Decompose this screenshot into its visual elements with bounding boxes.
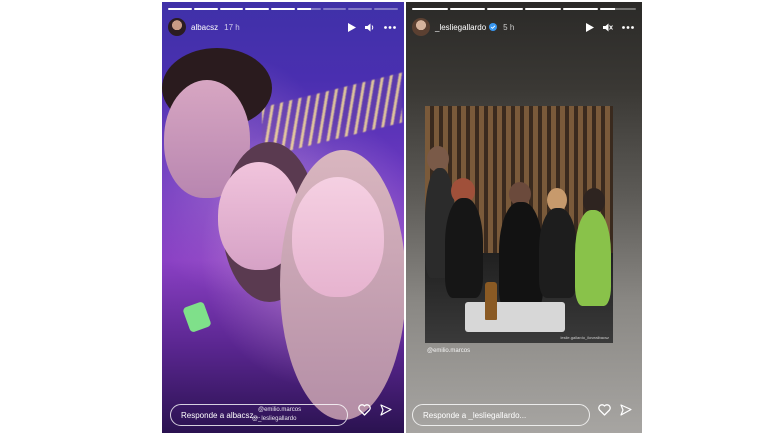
- bottle: [485, 282, 497, 320]
- story-right[interactable]: _lesliegallardo 5 h leslie.gallardo_ilov…: [406, 2, 642, 433]
- more-icon[interactable]: [384, 25, 396, 29]
- verified-badge-icon: [489, 23, 498, 31]
- reply-placeholder: Responde a _lesliegallardo...: [423, 410, 527, 420]
- username[interactable]: albacsz: [191, 23, 218, 32]
- volume-icon[interactable]: [365, 23, 375, 32]
- table: [465, 302, 565, 332]
- reply-input[interactable]: Responde a _lesliegallardo...: [412, 404, 590, 426]
- story-header: albacsz 17 h: [168, 16, 396, 38]
- send-icon[interactable]: [620, 403, 632, 421]
- more-icon[interactable]: [622, 25, 634, 29]
- story-time: 17 h: [224, 22, 240, 32]
- face-right: [292, 177, 384, 297]
- person: [539, 208, 577, 298]
- wristband: [182, 301, 212, 333]
- heart-icon[interactable]: [358, 403, 371, 421]
- username[interactable]: _lesliegallardo: [435, 23, 486, 32]
- send-icon[interactable]: [380, 403, 392, 421]
- story-time: 5 h: [503, 22, 515, 32]
- shared-photo[interactable]: leslie.gallardo_ilovealbacsz: [425, 106, 613, 343]
- story-progress: [412, 8, 637, 10]
- reply-input[interactable]: Responde a albacsz...: [170, 404, 348, 426]
- person: [445, 198, 483, 298]
- avatar[interactable]: [168, 18, 186, 36]
- photo-caption: leslie.gallardo_ilovealbacsz: [560, 335, 609, 340]
- person: [499, 202, 543, 312]
- person: [575, 210, 611, 306]
- avatar[interactable]: [412, 18, 430, 36]
- heart-icon[interactable]: [598, 403, 611, 421]
- reply-placeholder: Responde a albacsz...: [181, 410, 261, 420]
- mention-tag[interactable]: @emilio.marcos: [427, 348, 470, 354]
- story-left[interactable]: albacsz 17 h @emilio.marcos @_lesliegall…: [162, 2, 404, 433]
- story-progress: [168, 8, 399, 10]
- play-icon[interactable]: [586, 22, 594, 32]
- play-icon[interactable]: [348, 22, 356, 32]
- muted-icon[interactable]: [603, 23, 613, 32]
- story-header: _lesliegallardo 5 h: [412, 16, 634, 38]
